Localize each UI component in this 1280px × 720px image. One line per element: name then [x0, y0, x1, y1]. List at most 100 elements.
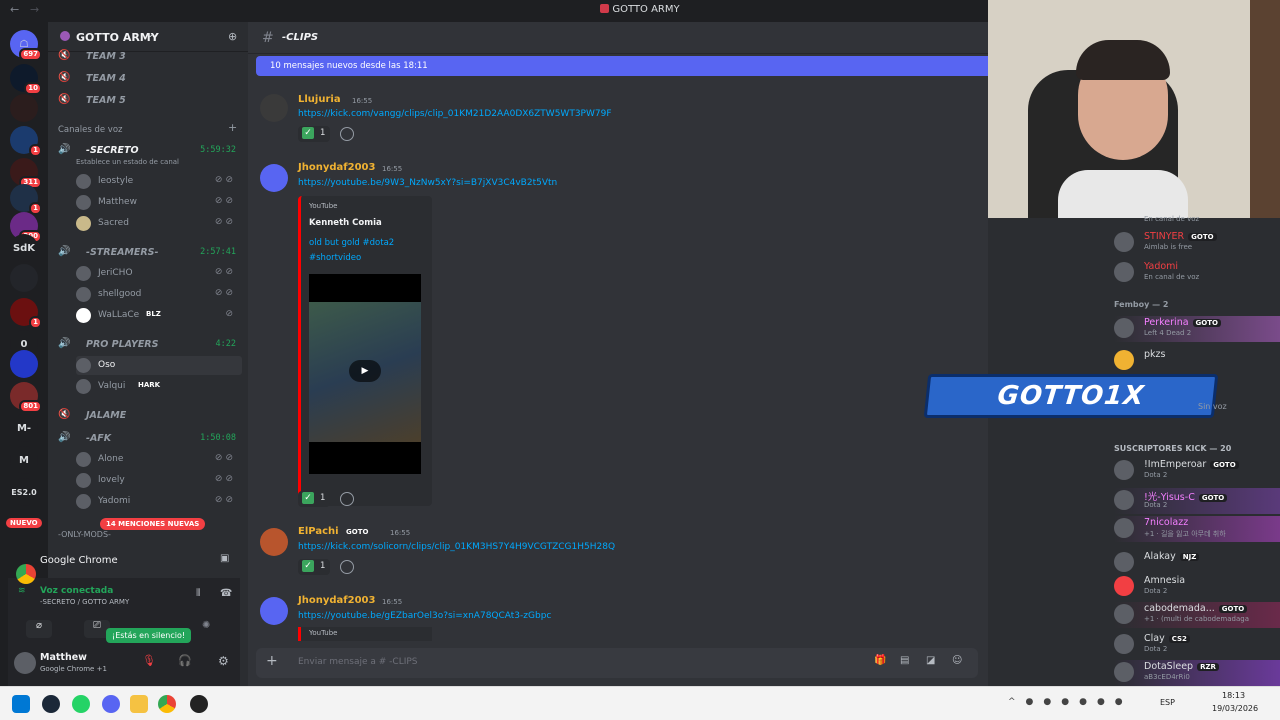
- avatar[interactable]: [260, 597, 288, 625]
- server-icon[interactable]: 1: [10, 184, 42, 215]
- server-icon[interactable]: [10, 350, 38, 378]
- composer-placeholder[interactable]: Enviar mensaje a # -CLIPS: [298, 657, 418, 667]
- server-icon[interactable]: M: [10, 446, 38, 474]
- channel-team3[interactable]: 🔇 TEAM 3: [58, 48, 242, 66]
- channel-team5[interactable]: 🔇 TEAM 5: [58, 92, 242, 110]
- screen-share-icon[interactable]: ▣: [220, 553, 229, 564]
- avatar[interactable]: [260, 528, 288, 556]
- member[interactable]: 7nicolazz +1 · 길을 잃고 아무데 취하: [1114, 516, 1280, 542]
- headphones-muted-icon[interactable]: 🎧: [178, 654, 192, 667]
- invite-icon[interactable]: ⊕: [228, 30, 237, 43]
- whatsapp-icon[interactable]: [72, 695, 90, 713]
- discord-icon[interactable]: [102, 695, 120, 713]
- reaction[interactable]: ✓ 1: [298, 491, 330, 507]
- clock-time[interactable]: 18:13: [1222, 691, 1245, 700]
- language-indicator[interactable]: ESP: [1160, 698, 1175, 707]
- message-author[interactable]: Llujuria: [298, 94, 341, 105]
- direct-messages-icon[interactable]: ☖ 697: [10, 30, 42, 61]
- message-author[interactable]: Jhonydaf2003: [298, 595, 375, 606]
- voice-status[interactable]: Voz conectada: [40, 586, 113, 596]
- voice-user[interactable]: Matthew ⊘⊘: [76, 193, 242, 212]
- member[interactable]: Clay CS2 Dota 2: [1114, 632, 1280, 658]
- activity-icon[interactable]: ✺: [202, 620, 210, 631]
- add-reaction-icon[interactable]: [340, 492, 354, 506]
- add-channel-icon[interactable]: +: [228, 121, 237, 134]
- clock-date[interactable]: 19/03/2026: [1212, 704, 1258, 713]
- voice-user[interactable]: shellgood ⊘⊘: [76, 285, 242, 304]
- member[interactable]: Alakay NJZ: [1114, 550, 1280, 576]
- server-icon[interactable]: 311: [10, 158, 42, 189]
- windows-start-icon[interactable]: [12, 695, 30, 713]
- message-link[interactable]: https://kick.com/vangg/clips/clip_01KM21…: [298, 109, 612, 119]
- play-icon[interactable]: ▶: [349, 360, 381, 382]
- noise-icon[interactable]: ⦀: [196, 588, 200, 599]
- add-reaction-icon[interactable]: [340, 560, 354, 574]
- sticker-icon[interactable]: ◪: [926, 655, 935, 666]
- voice-user[interactable]: Yadomi ⊘⊘: [76, 492, 242, 511]
- message-author[interactable]: Jhonydaf2003: [298, 162, 375, 173]
- voice-category-label[interactable]: Canales de voz: [58, 125, 122, 135]
- voice-user[interactable]: WaLLaCe BLZ ⊘: [76, 306, 242, 325]
- tray-icons[interactable]: ^●●●●●●: [1008, 697, 1133, 707]
- obs-icon[interactable]: [190, 695, 208, 713]
- server-icon[interactable]: [10, 264, 38, 292]
- voice-user[interactable]: Valqui HARK: [76, 377, 242, 396]
- add-reaction-icon[interactable]: [340, 127, 354, 141]
- member[interactable]: Amnesia Dota 2: [1114, 574, 1280, 600]
- voice-user[interactable]: Sacred ⊘⊘: [76, 214, 242, 233]
- steam-icon[interactable]: [42, 695, 60, 713]
- chrome-icon[interactable]: [158, 695, 176, 713]
- category-only-mods[interactable]: -ONLY-MODS-: [58, 530, 111, 539]
- server-icon[interactable]: 801: [10, 382, 42, 413]
- member[interactable]: STINYER GOTO Aimlab is free: [1114, 230, 1280, 256]
- voice-user[interactable]: JeriCHO ⊘⊘: [76, 264, 242, 283]
- add-attachment-icon[interactable]: +: [266, 653, 278, 669]
- embed-author[interactable]: Kenneth Comia: [309, 218, 382, 228]
- member[interactable]: Yadomi En canal de voz: [1114, 260, 1280, 286]
- server-icon[interactable]: 10: [10, 64, 42, 95]
- voice-channel[interactable]: -SECRETO / GOTTO ARMY: [40, 598, 129, 606]
- gift-icon[interactable]: 🎁: [874, 655, 886, 666]
- member[interactable]: pkzs: [1114, 348, 1280, 374]
- voice-user[interactable]: Oso: [76, 356, 242, 375]
- mic-muted-icon[interactable]: 🎙: [142, 654, 156, 667]
- message-author[interactable]: ElPachi: [298, 526, 339, 537]
- voice-user[interactable]: lovely ⊘⊘: [76, 471, 242, 490]
- gif-icon[interactable]: ▤: [900, 655, 909, 666]
- reaction[interactable]: ✓ 1: [298, 126, 330, 142]
- channel-jalame[interactable]: 🔇 JALAME: [58, 407, 242, 425]
- message-link[interactable]: https://youtube.be/9W3_NzNw5xY?si=B7jXV3…: [298, 178, 557, 188]
- folder-icon[interactable]: [130, 695, 148, 713]
- avatar[interactable]: [14, 652, 36, 674]
- emoji-icon[interactable]: ☺: [952, 655, 962, 666]
- voice-user[interactable]: leostyle ⊘⊘: [76, 172, 242, 191]
- settings-gear-icon[interactable]: ⚙: [218, 654, 229, 668]
- mentions-pill[interactable]: 14 MENCIONES NUEVAS: [100, 518, 206, 530]
- message-link[interactable]: https://youtube.be/gEZbarOel3o?si=xnA78Q…: [298, 611, 551, 621]
- embed-provider[interactable]: YouTube: [309, 202, 337, 210]
- username[interactable]: Matthew: [40, 652, 87, 663]
- embed-title[interactable]: old but gold #dota2 #shortvideo: [309, 236, 419, 266]
- camera-button[interactable]: ⌀: [26, 620, 52, 638]
- server-icon[interactable]: [10, 94, 38, 122]
- member[interactable]: !ImEmperoar GOTO Dota 2: [1114, 458, 1280, 484]
- member[interactable]: Perkerina GOTO Left 4 Dead 2: [1114, 316, 1280, 342]
- member[interactable]: cabodemada... GOTO +1 · (multi de cabodema…: [1114, 602, 1280, 628]
- member[interactable]: DotaSleep RZR aB3cED4rRi0: [1114, 660, 1280, 686]
- server-icon[interactable]: M-: [10, 414, 38, 442]
- member[interactable]: !光-Yisus-C GOTO Dota 2: [1114, 488, 1280, 514]
- new-badge[interactable]: NUEVO: [6, 518, 42, 528]
- message-composer[interactable]: + Enviar mensaje a # -CLIPS 🎁 ▤ ◪ ☺: [256, 648, 978, 678]
- server-icon[interactable]: 1: [10, 126, 42, 157]
- embed-provider[interactable]: YouTube: [298, 627, 432, 641]
- voice-user[interactable]: Alone ⊘⊘: [76, 450, 242, 469]
- avatar[interactable]: [260, 164, 288, 192]
- avatar[interactable]: [260, 94, 288, 122]
- reaction[interactable]: ✓ 1: [298, 559, 330, 575]
- signal-icon[interactable]: ≋: [18, 586, 26, 596]
- server-icon[interactable]: SdK: [10, 234, 38, 262]
- channel-streamers[interactable]: 🔊 -STREAMERS- 2:57:41: [58, 244, 242, 262]
- disconnect-icon[interactable]: ☎: [220, 588, 232, 599]
- message-link[interactable]: https://kick.com/solicorn/clips/clip_01K…: [298, 542, 615, 552]
- server-icon[interactable]: ES2.0: [10, 478, 38, 506]
